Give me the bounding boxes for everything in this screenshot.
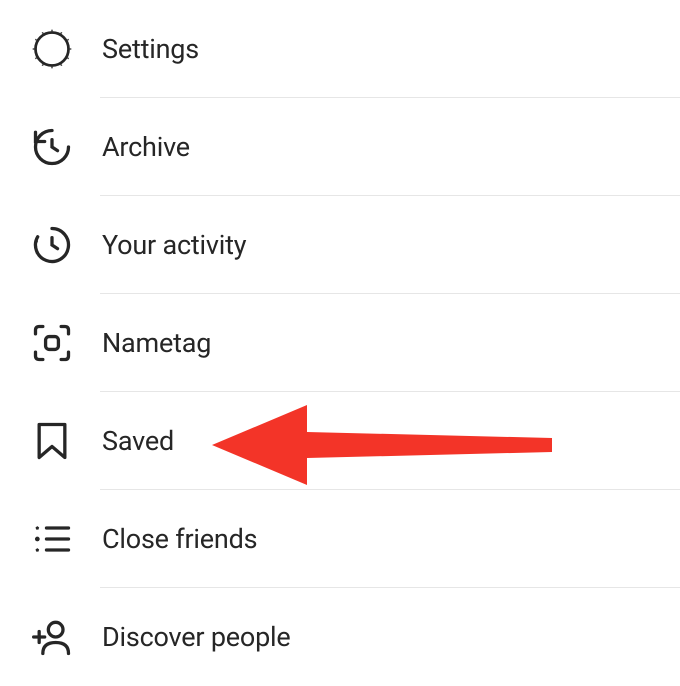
activity-icon [28,221,76,269]
menu-item-discover[interactable]: Discover people [0,588,680,686]
menu-label: Archive [102,131,190,163]
archive-icon [28,123,76,171]
menu-item-settings[interactable]: Settings [0,0,680,98]
close-friends-icon [28,515,76,563]
nametag-icon [28,319,76,367]
add-person-icon [28,613,76,661]
menu-item-activity[interactable]: Your activity [0,196,680,294]
settings-icon [28,25,76,73]
menu-label: Discover people [102,621,291,653]
menu-label: Close friends [102,523,257,555]
bookmark-icon [28,417,76,465]
menu-label: Your activity [102,229,246,261]
menu-item-nametag[interactable]: Nametag [0,294,680,392]
menu-label: Settings [102,33,199,65]
menu-list: Settings Archive Your activity [0,0,680,686]
menu-item-close-friends[interactable]: Close friends [0,490,680,588]
menu-item-saved[interactable]: Saved [0,392,680,490]
menu-item-archive[interactable]: Archive [0,98,680,196]
menu-label: Nametag [102,327,211,359]
menu-label: Saved [102,425,174,457]
